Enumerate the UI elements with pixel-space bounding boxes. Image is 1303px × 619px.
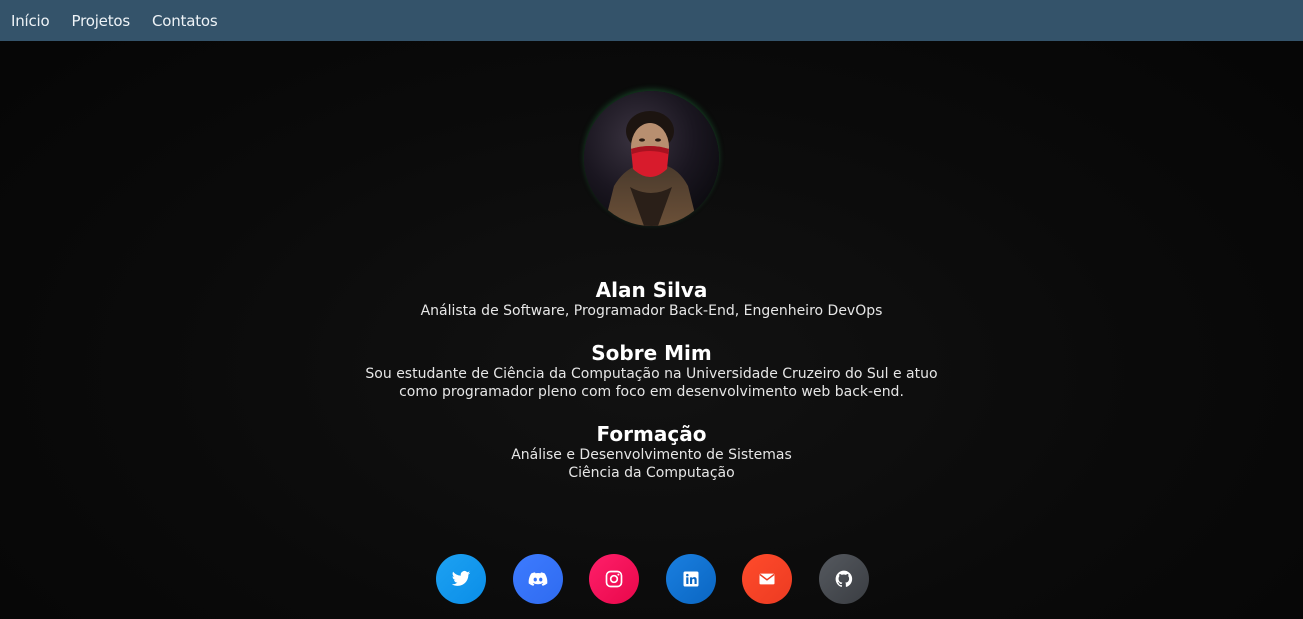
github-button[interactable] — [818, 554, 869, 604]
about-text-line-2: como programador pleno com foco em desen… — [399, 384, 904, 400]
social-links — [436, 554, 869, 604]
profile-avatar — [584, 91, 719, 226]
formacao-section: Formação Análise e Desenvolvimento de Si… — [0, 422, 1303, 482]
nav-link-inicio[interactable]: Início — [11, 12, 50, 30]
discord-button[interactable] — [512, 554, 563, 604]
profile-name: Alan Silva — [595, 278, 708, 302]
linkedin-button[interactable] — [665, 554, 716, 604]
about-title: Sobre Mim — [591, 341, 712, 365]
linkedin-icon — [683, 571, 699, 587]
profile-section: Alan Silva Análista de Software, Program… — [0, 278, 1303, 320]
profile-role: Análista de Software, Programador Back-E… — [420, 303, 883, 319]
about-text-line-1: Sou estudante de Ciência da Computação n… — [365, 366, 938, 382]
twitter-button[interactable] — [436, 554, 486, 604]
instagram-icon — [605, 570, 623, 588]
discord-icon — [528, 572, 547, 586]
top-navbar: Início Projetos Contatos — [0, 0, 1303, 41]
profile-photo — [584, 91, 719, 226]
formacao-item: Ciência da Computação — [568, 465, 735, 481]
instagram-button[interactable] — [589, 554, 640, 604]
github-icon — [835, 570, 853, 587]
nav-link-contatos[interactable]: Contatos — [152, 12, 218, 30]
about-section: Sobre Mim Sou estudante de Ciência da Co… — [0, 341, 1303, 401]
formacao-item: Análise e Desenvolvimento de Sistemas — [511, 447, 792, 463]
formacao-title: Formação — [596, 422, 707, 446]
email-button[interactable] — [742, 554, 793, 604]
nav-link-projetos[interactable]: Projetos — [72, 12, 131, 30]
twitter-icon — [451, 571, 471, 586]
page: Início Projetos Contatos Alan Silva Anál… — [0, 0, 1303, 619]
email-icon — [759, 573, 775, 585]
